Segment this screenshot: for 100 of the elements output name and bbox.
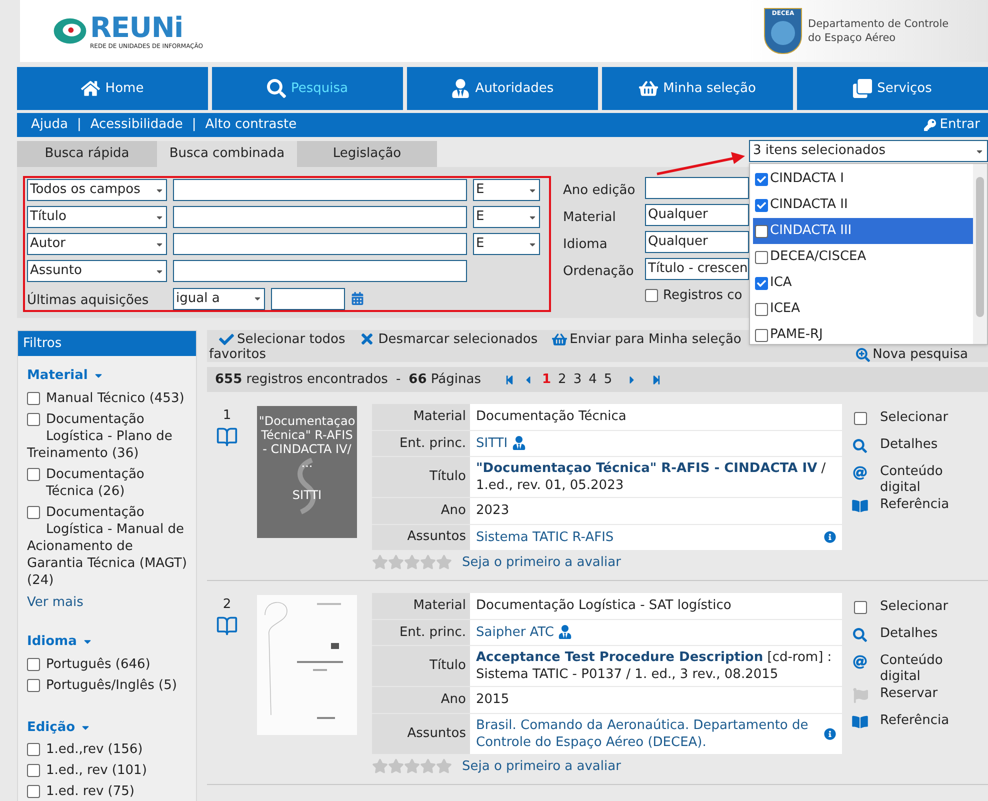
nav-tab[interactable]: Autoridades [407,67,598,110]
star-icon[interactable] [404,758,420,774]
details-link[interactable]: Detalhes [880,626,938,642]
select-link[interactable]: Selecionar [880,599,948,615]
book-icon[interactable] [215,614,239,636]
last-page-icon[interactable] [652,374,662,384]
search-input[interactable] [173,179,467,201]
reference-link[interactable]: Referência [880,497,950,513]
checkbox[interactable] [27,678,40,692]
checkbox[interactable] [755,224,768,238]
operator-select[interactable]: E [473,179,540,201]
reserve-link[interactable]: Reservar [880,686,938,702]
checkbox[interactable] [755,172,768,186]
digital-link[interactable]: Conteúdo digital [852,653,942,685]
first-page-icon[interactable] [504,374,514,384]
login-link[interactable]: Entrar [924,115,980,135]
nav-tab[interactable]: Serviços [797,67,988,110]
checkbox[interactable] [27,392,40,404]
filter-heading[interactable]: Edição [27,718,187,737]
search-input[interactable] [173,206,467,228]
checkbox[interactable] [755,250,768,264]
header-link[interactable]: Alto contraste [205,115,297,135]
nav-tab[interactable]: Minha seleção [602,67,793,110]
star-icon[interactable] [372,758,388,774]
page-link[interactable]: 5 [604,370,612,390]
rating-link[interactable]: Seja o primeiro a avaliar [462,552,621,572]
select-checkbox[interactable] [854,412,866,425]
dropdown-option[interactable]: CINDACTA II [753,192,973,218]
rating-stars[interactable] [372,758,452,774]
toolbar-button[interactable]: Desmarcar selecionados [359,331,538,347]
select-link[interactable]: Selecionar [880,410,948,426]
details-link[interactable]: Detalhes [880,437,938,453]
checkbox[interactable] [645,289,658,302]
dropdown-option[interactable]: ICEA [753,296,973,322]
star-icon[interactable] [388,554,404,570]
toolbar-button[interactable]: favoritos [209,347,266,362]
filter-option[interactable]: Documentação Logística - Manual de Acionamento de Garantia Técnica (MAGT) (24) [27,504,187,588]
page-link[interactable]: 2 [558,370,566,390]
filter-option[interactable]: Português (646) [27,656,187,672]
star-icon[interactable] [420,554,436,570]
filter-option[interactable]: Manual Técnico (453) [27,390,187,406]
option-select[interactable]: Título - crescen [645,258,749,280]
author-link[interactable]: Saipher ATC [476,622,554,642]
filter-heading[interactable]: Idioma [27,632,187,652]
nav-tab[interactable]: Home [17,67,208,110]
info-icon[interactable] [824,531,836,543]
field-select[interactable]: Todos os campos [27,179,167,201]
filter-option[interactable]: 1.ed.,rev (156) [27,741,187,758]
operator-select[interactable]: E [473,233,540,255]
checkbox[interactable] [27,743,40,756]
checkbox[interactable] [27,658,40,670]
scrollbar[interactable] [973,164,987,344]
filter-option[interactable]: 1.ed., rev (101) [27,762,187,779]
header-link[interactable]: Ajuda [31,115,68,135]
field-select[interactable]: Título [27,206,167,228]
star-icon[interactable] [436,758,452,774]
select-checkbox[interactable] [854,601,866,614]
dropdown-option[interactable]: DECEA/CISCEA [753,244,973,270]
checkbox[interactable] [755,198,768,212]
filter-option[interactable]: 1.ed. rev (75) [27,783,187,800]
search-input[interactable] [173,260,467,282]
multiselect-field[interactable]: 3 itens selecionados [749,140,988,162]
comparator-select[interactable]: igual a [173,288,265,310]
star-icon[interactable] [404,554,420,570]
checkbox[interactable] [755,302,768,316]
toolbar-button[interactable]: Enviar para Minha seleção [552,332,742,346]
star-icon[interactable] [388,758,404,774]
checkbox[interactable] [755,328,768,342]
page-link[interactable]: 4 [588,370,597,390]
date-input[interactable] [271,288,345,310]
info-icon[interactable] [824,728,836,740]
more-link[interactable]: Ver mais [27,592,187,612]
search-tab[interactable]: Legislação [297,141,437,167]
search-tab[interactable]: Busca rápida [17,141,157,167]
checkbox[interactable] [27,785,40,798]
option-select[interactable]: Qualquer [645,204,749,226]
dropdown-option[interactable]: CINDACTA I [753,166,973,192]
star-icon[interactable] [420,758,436,774]
checkbox[interactable] [27,468,40,480]
rating-stars[interactable] [372,554,452,570]
field-select[interactable]: Assunto [27,260,167,282]
field-select[interactable]: Autor [27,233,167,255]
operator-select[interactable]: E [473,206,540,228]
filter-option[interactable]: Documentação Técnica (26) [27,466,187,500]
toolbar-button[interactable]: Selecionar todos [219,332,346,346]
checkbox[interactable] [27,764,40,777]
new-search-button[interactable]: Nova pesquisa [856,347,986,362]
year-input[interactable] [645,177,749,199]
search-tab[interactable]: Busca combinada [157,141,297,167]
header-link[interactable]: Acessibilidade [90,115,183,135]
checkbox[interactable] [27,412,40,426]
digital-link[interactable]: Conteúdo digital [852,464,942,496]
author-link[interactable]: SITTI [476,434,508,453]
checkbox[interactable] [27,506,40,518]
star-icon[interactable] [436,554,452,570]
book-cover[interactable]: "Documentaçao Técnica" R-AFIS - CINDACTA IV/ ... SITTI [257,406,357,538]
checkbox[interactable] [755,276,768,290]
star-icon[interactable] [372,554,388,570]
reference-link[interactable]: Referência [880,713,950,729]
rating-link[interactable]: Seja o primeiro a avaliar [462,756,621,776]
